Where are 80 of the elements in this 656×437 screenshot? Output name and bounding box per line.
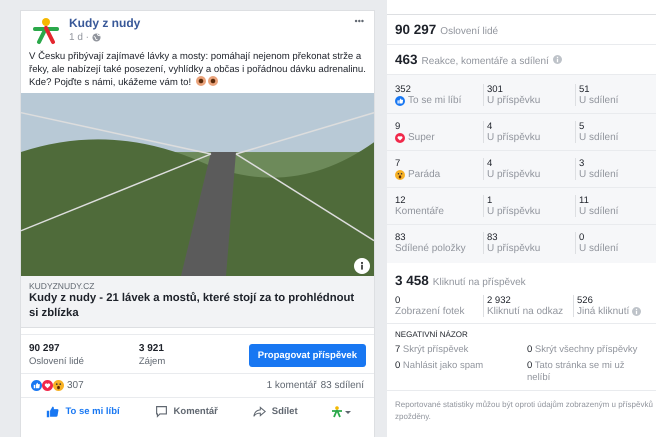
like-reaction-icon	[395, 96, 405, 106]
share-value: 5	[579, 121, 586, 132]
page-logo-icon[interactable]	[31, 16, 61, 46]
share-arrow-icon	[252, 405, 266, 418]
share-value: 3	[579, 158, 586, 169]
post-value: 83	[487, 232, 499, 243]
negative-feedback-item: 0 Tato stránka se mi už nelíbí	[527, 360, 626, 384]
heart-reaction-icon	[42, 380, 53, 391]
reach-value: 90 297	[395, 22, 436, 37]
post-value: 4	[487, 158, 494, 169]
click-value: 526	[577, 295, 594, 306]
page-name-link[interactable]: Kudy z nudy	[69, 16, 347, 30]
surprised-face-icon	[53, 380, 64, 391]
metric-value: 7	[395, 158, 402, 169]
stat-label: Zájem	[138, 356, 166, 367]
like-action-button[interactable]: To se mi líbí	[42, 403, 124, 420]
engagement-label: Reakce, komentáře a sdílení	[422, 56, 549, 67]
footnote: Reportované statistiky můžou být oproti údajům zobrazeným u příspěvků zpožděny.	[394, 399, 654, 423]
metric-label: Super	[408, 132, 435, 143]
metric-value: 12	[395, 195, 407, 206]
surprised-face-icon	[395, 170, 405, 180]
post-value: 1	[487, 195, 494, 206]
more-options-button[interactable]: •••	[354, 16, 364, 26]
like-reaction-icon	[31, 380, 42, 391]
post-label: U příspěvku	[487, 243, 542, 254]
metric-value: 9	[395, 121, 402, 132]
click-label: Jiná kliknutí	[577, 306, 630, 317]
metric-label: To se mi líbí	[408, 95, 462, 106]
comment-count-link[interactable]: 1 komentář	[266, 380, 317, 391]
link-domain: KUDYZNUDY.CZ	[29, 281, 96, 291]
negative-feedback-item: 0 Skrýt všechny příspěvky	[527, 344, 638, 356]
page-logo-caret-icon	[330, 406, 351, 418]
post-label: U příspěvku	[487, 132, 542, 143]
share-label: U sdílení	[579, 169, 620, 180]
globe-icon	[92, 33, 102, 42]
metric-label: Paráda	[408, 169, 440, 180]
negative-feedback-title: NEGATIVNÍ NÁZOR	[395, 330, 469, 339]
link-title[interactable]: Kudy z nudy - 21 lávek a mostů, které stojí za to prohlédnout si zblízka	[29, 291, 366, 321]
metric-value: 352	[395, 84, 412, 95]
share-value: 11	[579, 195, 589, 206]
eye-emoji-icon	[208, 76, 218, 86]
post-value: 301	[487, 84, 504, 95]
metric-value: 83	[395, 232, 407, 243]
share-label: U sdílení	[579, 95, 620, 106]
share-label: U sdílení	[579, 206, 620, 217]
engagement-value: 463	[395, 52, 418, 67]
bridge-photo-placeholder[interactable]	[21, 93, 374, 276]
post-label: U příspěvku	[487, 169, 542, 180]
post-label: U příspěvku	[487, 95, 542, 106]
reach-label: Oslovení lidé	[440, 26, 498, 37]
reaction-count[interactable]: 307	[67, 380, 84, 391]
clicks-label: Kliknutí na příspěvek	[432, 277, 526, 288]
share-action-button[interactable]: Sdílet	[248, 403, 302, 420]
speech-bubble-icon	[154, 405, 168, 418]
eye-emoji-icon	[196, 76, 206, 86]
metric-label: Komentáře	[395, 206, 444, 217]
clicks-value: 3 458	[395, 273, 429, 288]
thumbs-up-icon	[46, 405, 60, 418]
heart-reaction-icon	[395, 132, 405, 142]
post-value: 4	[487, 121, 494, 132]
click-label: Kliknutí na odkaz	[487, 306, 564, 317]
stat-value: 90 297	[29, 343, 61, 354]
metric-label: Sdílené položky	[395, 243, 466, 254]
stat-label: Oslovení lidé	[29, 356, 85, 367]
click-value: 2 932	[487, 295, 512, 306]
share-value: 0	[579, 232, 586, 243]
comment-action-button[interactable]: Komentář	[150, 403, 222, 420]
post-text: V Česku přibývají zajímavé lávky a mosty: pomáhají nejenom překonat strže a řeky, ale nabízejí také posezení, vyhlídky a občas i pořádnou dávku adrenalinu. Kde? Pojďte s námi, ukážeme vám to!	[29, 50, 366, 89]
stat-value: 3 921	[138, 343, 165, 354]
share-label: U sdílení	[579, 243, 620, 254]
promote-post-button[interactable]: Propagovat příspěvek	[248, 344, 366, 366]
negative-feedback-item: 0 Nahlásit jako spam	[395, 360, 484, 373]
share-value: 51	[579, 84, 591, 95]
click-label: Zobrazení fotek	[395, 306, 464, 317]
share-count-link[interactable]: 83 sdílení	[320, 380, 364, 391]
share-label: U sdílení	[579, 132, 620, 143]
negative-feedback-item: 7 Skrýt příspěvek	[395, 344, 470, 356]
post-label: U příspěvku	[487, 206, 542, 217]
post-time: 1 d ·	[69, 32, 90, 43]
click-value: 0	[395, 295, 402, 306]
